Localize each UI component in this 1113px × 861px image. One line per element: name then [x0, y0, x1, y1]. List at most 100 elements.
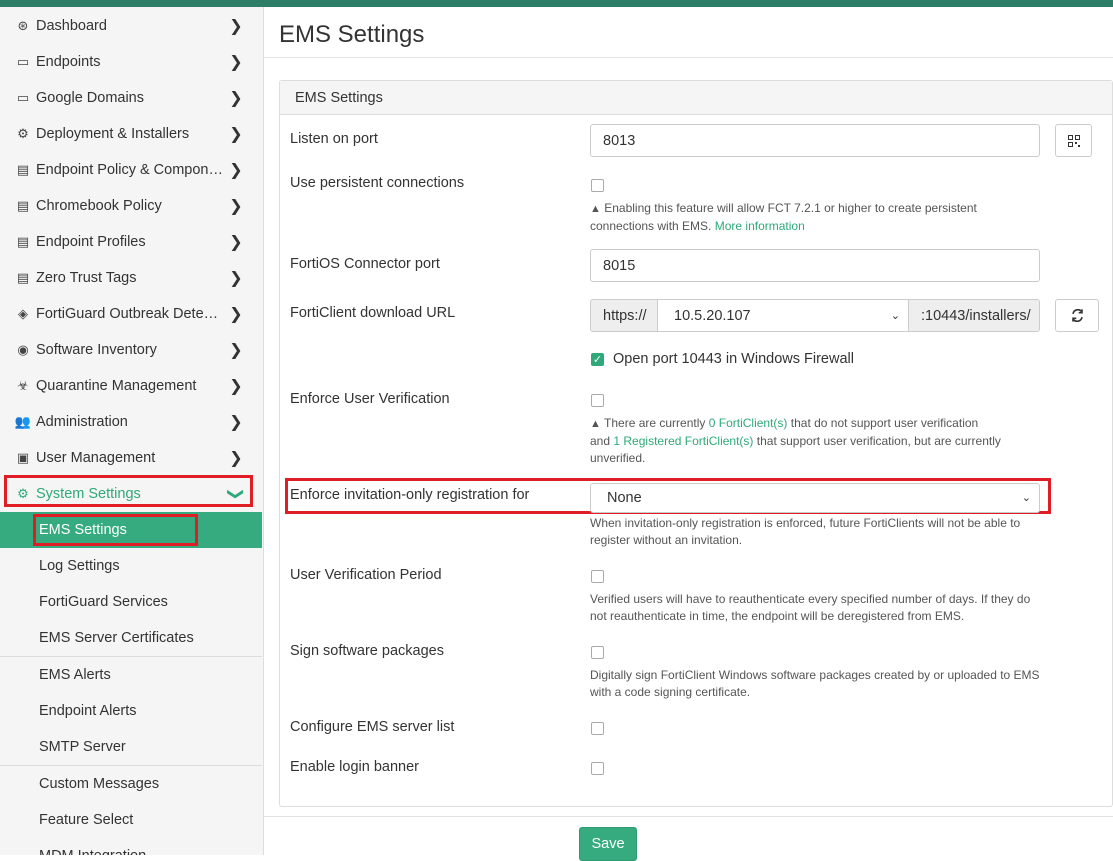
- sidebar-subitem-endpoint-alerts[interactable]: Endpoint Alerts: [0, 693, 262, 729]
- package-icon: ◉: [17, 342, 29, 357]
- fortios-port-input[interactable]: 8015: [590, 249, 1040, 282]
- url-prefix: https://: [590, 299, 658, 332]
- chevron-right-icon: ❯: [229, 162, 243, 179]
- listen-port-input[interactable]: 8013: [590, 124, 1040, 157]
- sidebar-item-label: Endpoint Policy & Components: [36, 162, 224, 178]
- help-text: unverified.: [590, 451, 646, 465]
- sidebar-item-google-domains[interactable]: ▭ Google Domains ❯: [0, 80, 262, 116]
- top-accent-bar: [0, 0, 1113, 7]
- user-verification-checkbox[interactable]: [591, 394, 604, 407]
- dashboard-icon: ⊛: [17, 18, 29, 33]
- sidebar-subitem-smtp-server[interactable]: SMTP Server: [0, 729, 262, 765]
- refresh-icon: [1071, 309, 1083, 322]
- id-card-icon: ▣: [16, 450, 30, 465]
- persistent-label: Use persistent connections: [290, 175, 465, 191]
- sidebar-item-endpoint-policy[interactable]: ▤ Endpoint Policy & Components ❯: [0, 152, 262, 188]
- sidebar-item-deployment[interactable]: ⚙ Deployment & Installers ❯: [0, 116, 262, 152]
- persistent-checkbox[interactable]: [591, 179, 604, 192]
- verification-period-checkbox[interactable]: [591, 570, 604, 583]
- sidebar-item-endpoints[interactable]: ▭ Endpoints ❯: [0, 44, 262, 80]
- users-icon: 👥: [14, 414, 32, 429]
- sidebar-subitem-fortiguard-services[interactable]: FortiGuard Services: [0, 584, 262, 620]
- help-text: When invitation-only registration is enf…: [590, 516, 1021, 530]
- help-text: Enabling this feature will allow FCT 7.2…: [604, 201, 977, 215]
- chevron-right-icon: ❯: [229, 378, 243, 395]
- sidebar-item-endpoint-profiles[interactable]: ▤ Endpoint Profiles ❯: [0, 224, 262, 260]
- help-text: and: [590, 434, 611, 448]
- sidebar-item-administration[interactable]: 👥 Administration ❯: [0, 404, 262, 440]
- sidebar: ⊛ Dashboard ❯ ▭ Endpoints ❯ ▭ Google Dom…: [0, 7, 264, 855]
- url-suffix: :10443/installers/: [908, 299, 1040, 332]
- sidebar-item-label: Endpoints: [36, 54, 101, 70]
- biohazard-icon: ☣: [17, 378, 29, 393]
- sidebar-item-label: Dashboard: [36, 18, 107, 34]
- sidebar-item-dashboard[interactable]: ⊛ Dashboard ❯: [0, 8, 262, 44]
- chevron-right-icon: ❯: [229, 342, 243, 359]
- user-verification-help: ▲ There are currently 0 FortiClient(s) t…: [590, 415, 1040, 467]
- chevron-right-icon: ❯: [229, 414, 243, 431]
- unsupported-forticlients-link[interactable]: 0 FortiClient(s): [709, 416, 788, 430]
- sidebar-item-label: Deployment & Installers: [36, 126, 190, 142]
- sidebar-subitem-ems-settings[interactable]: EMS Settings: [0, 512, 262, 548]
- help-text: not reauthenticate in time, the endpoint…: [590, 609, 965, 623]
- registered-forticlients-link[interactable]: 1 Registered FortiClient(s): [613, 434, 753, 448]
- help-text: that support user verification, but are …: [756, 434, 1001, 448]
- help-text: register without an invitation.: [590, 533, 743, 547]
- sidebar-subitem-custom-messages[interactable]: Custom Messages: [0, 766, 262, 802]
- login-banner-label: Enable login banner: [290, 759, 419, 775]
- invitation-label: Enforce invitation-only registration for: [290, 487, 530, 503]
- server-list-label: Configure EMS server list: [290, 719, 455, 735]
- verification-period-label: User Verification Period: [290, 567, 442, 583]
- sidebar-item-label: Administration: [36, 414, 128, 430]
- save-button[interactable]: Save: [579, 827, 637, 861]
- sidebar-subitem-ems-server-certificates[interactable]: EMS Server Certificates: [0, 620, 262, 656]
- open-port-label: Open port 10443 in Windows Firewall: [613, 351, 854, 367]
- user-verification-label: Enforce User Verification: [290, 391, 450, 407]
- help-text: connections with EMS.: [590, 219, 712, 233]
- sidebar-item-chromebook-policy[interactable]: ▤ Chromebook Policy ❯: [0, 188, 262, 224]
- sidebar-item-zero-trust-tags[interactable]: ▤ Zero Trust Tags ❯: [0, 260, 262, 296]
- sidebar-item-quarantine[interactable]: ☣ Quarantine Management ❯: [0, 368, 262, 404]
- laptop-icon: ▭: [16, 54, 30, 69]
- sign-packages-checkbox[interactable]: [591, 646, 604, 659]
- warning-icon: ▲: [590, 203, 601, 215]
- panel-header: EMS Settings: [280, 81, 1112, 115]
- host-select[interactable]: 10.5.20.107 ⌄: [657, 299, 909, 332]
- sidebar-item-label: Quarantine Management: [36, 378, 197, 394]
- verification-period-help: Verified users will have to reauthentica…: [590, 591, 1050, 625]
- chevron-down-icon: ❯: [227, 487, 244, 501]
- profile-icon: ▤: [16, 234, 30, 249]
- refresh-button[interactable]: [1055, 299, 1099, 332]
- page-title: EMS Settings: [279, 21, 425, 48]
- sidebar-item-system-settings[interactable]: ⚙ System Settings ❯: [0, 476, 262, 512]
- sidebar-item-fortiguard-outbreak[interactable]: ◈ FortiGuard Outbreak Detecti… ❯: [0, 296, 262, 332]
- sidebar-item-software-inventory[interactable]: ◉ Software Inventory ❯: [0, 332, 262, 368]
- login-banner-checkbox[interactable]: [591, 762, 604, 775]
- invitation-select[interactable]: None ⌄: [590, 483, 1040, 513]
- invitation-select-value: None: [607, 490, 642, 506]
- document-icon: ▤: [16, 162, 30, 177]
- sidebar-subitem-log-settings[interactable]: Log Settings: [0, 548, 262, 584]
- sidebar-subitem-mdm-integration[interactable]: MDM Integration: [0, 838, 262, 855]
- chevron-right-icon: ❯: [229, 90, 243, 107]
- sidebar-item-label: System Settings: [36, 486, 141, 502]
- qr-code-button[interactable]: [1055, 124, 1092, 157]
- chevron-right-icon: ❯: [229, 450, 243, 467]
- sidebar-subitem-ems-alerts[interactable]: EMS Alerts: [0, 657, 262, 693]
- help-text: There are currently: [604, 416, 706, 430]
- server-list-checkbox[interactable]: [591, 722, 604, 735]
- more-information-link[interactable]: More information: [715, 219, 805, 233]
- help-text: that do not support user verification: [790, 416, 979, 430]
- sidebar-item-label: Endpoint Profiles: [36, 234, 146, 250]
- chevron-right-icon: ❯: [229, 270, 243, 287]
- help-text: with a code signing certificate.: [590, 685, 751, 699]
- qr-code-icon: [1067, 134, 1080, 147]
- sidebar-item-label: FortiGuard Outbreak Detecti…: [36, 306, 224, 322]
- shield-icon: ◈: [18, 306, 28, 321]
- download-url-label: FortiClient download URL: [290, 305, 456, 321]
- open-port-checkbox[interactable]: ✓: [591, 353, 604, 366]
- sidebar-subitem-feature-select[interactable]: Feature Select: [0, 802, 262, 838]
- sign-packages-label: Sign software packages: [290, 643, 444, 659]
- sidebar-item-user-management[interactable]: ▣ User Management ❯: [0, 440, 262, 476]
- warning-icon: ▲: [590, 418, 601, 430]
